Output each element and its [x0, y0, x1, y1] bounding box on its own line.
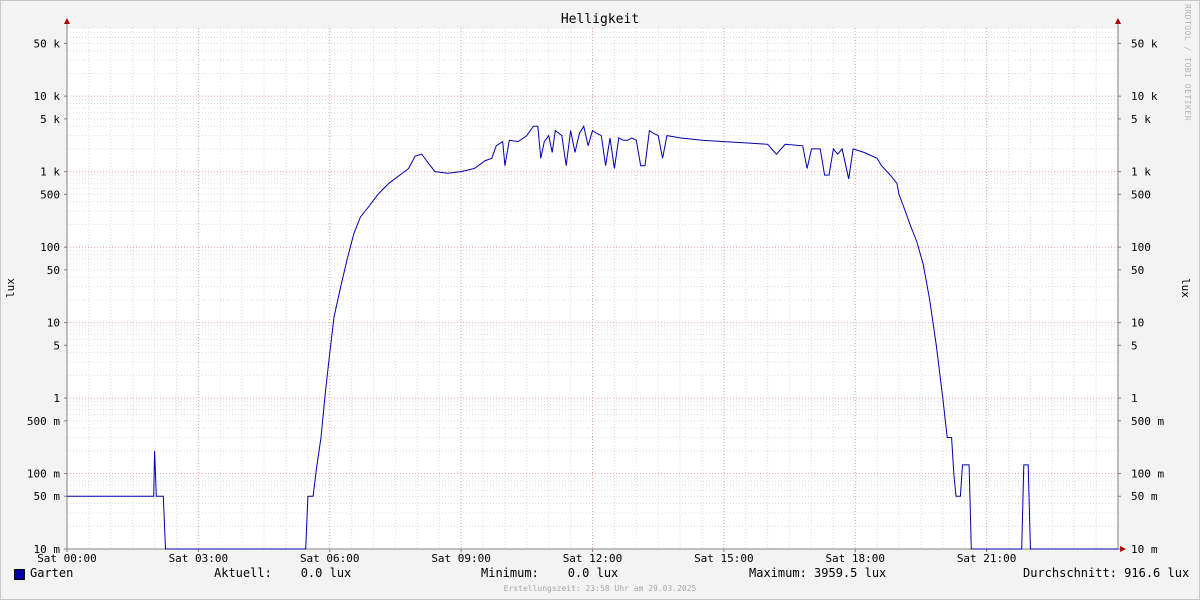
- y-tick-label-right: 100: [1131, 241, 1151, 254]
- y-tick-label-right: 500 m: [1131, 415, 1164, 428]
- chart-canvas: 10 m 10 m50 m 50 m100 m 100 m500 m 500 m1 15 5…: [4, 12, 1192, 565]
- legend-minimum: Minimum: 0.0 lux: [481, 566, 619, 580]
- y-tick-label-left: 100: [40, 241, 60, 254]
- legend-swatch-garten: [14, 569, 25, 580]
- y-tick-label-right: 5 k: [1131, 113, 1151, 126]
- y-tick-label-right: 1 k: [1131, 166, 1151, 179]
- y-tick-label-left: 50 k: [34, 37, 61, 50]
- x-tick-label: Sat 12:00: [563, 552, 623, 565]
- y-axis-label-right: lux: [1179, 278, 1192, 298]
- y-tick-label-left: 50 m: [34, 490, 61, 503]
- x-tick-label: Sat 09:00: [431, 552, 491, 565]
- y-axis-arrow-right: [1115, 18, 1121, 24]
- y-tick-label-left: 500: [40, 188, 60, 201]
- y-tick-label-right: 100 m: [1131, 468, 1164, 481]
- x-tick-label: Sat 00:00: [37, 552, 97, 565]
- y-tick-label-right: 10 k: [1131, 90, 1158, 103]
- legend-series-name: Garten: [30, 566, 74, 580]
- y-axis-arrow-left: [64, 18, 70, 24]
- legend-maximum: Maximum: 3959.5 lux: [749, 566, 887, 580]
- x-tick-label: Sat 21:00: [957, 552, 1017, 565]
- y-tick-label-left: 5 k: [40, 113, 60, 126]
- chart-title: Helligkeit: [561, 12, 639, 27]
- y-tick-label-left: 1 k: [40, 166, 60, 179]
- y-tick-label-right: 500: [1131, 188, 1151, 201]
- y-tick-label-right: 1: [1131, 392, 1138, 405]
- x-tick-label: Sat 15:00: [694, 552, 754, 565]
- y-tick-label-right: 10 m: [1131, 543, 1158, 556]
- y-tick-label-right: 5: [1131, 339, 1138, 352]
- y-tick-label-left: 50: [47, 264, 60, 277]
- legend-current: Aktuell: 0.0 lux: [214, 566, 352, 580]
- y-tick-label-right: 10: [1131, 317, 1144, 330]
- y-tick-label-right: 50 k: [1131, 37, 1158, 50]
- y-tick-label-left: 500 m: [27, 415, 60, 428]
- y-tick-label-right: 50 m: [1131, 490, 1158, 503]
- y-tick-label-left: 5: [53, 339, 60, 352]
- y-tick-label-right: 50: [1131, 264, 1144, 277]
- y-tick-label-left: 100 m: [27, 468, 60, 481]
- y-axis-label-left: lux: [4, 278, 17, 298]
- y-tick-label-left: 10: [47, 317, 60, 330]
- x-tick-label: Sat 03:00: [169, 552, 229, 565]
- y-tick-label-left: 1: [53, 392, 60, 405]
- x-tick-label: Sat 06:00: [300, 552, 360, 565]
- x-tick-label: Sat 18:00: [825, 552, 885, 565]
- legend-average: Durchschnitt: 916.6 lux: [1023, 566, 1190, 580]
- footer-timestamp: Erstellungszeit: 23:58 Uhr am 29.03.2025: [503, 584, 697, 593]
- y-tick-label-left: 10 k: [34, 90, 61, 103]
- watermark: RRDTOOL / TOBI OETIKER: [1183, 4, 1192, 121]
